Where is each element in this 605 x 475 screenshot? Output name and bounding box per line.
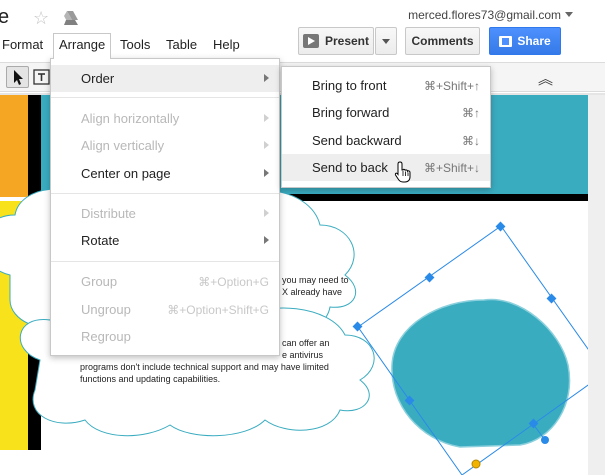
menu-item-distribute[interactable]: Distribute [51, 200, 279, 227]
menu-item-rotate[interactable]: Rotate [51, 227, 279, 254]
submenu-arrow-icon [264, 74, 269, 82]
slide-text-line[interactable]: programs don't include technical support… [80, 362, 329, 374]
arrange-menu: Order Align horizontally Align verticall… [50, 58, 280, 356]
resize-handle[interactable] [546, 293, 557, 304]
menu-item-align-horizontally[interactable]: Align horizontally [51, 105, 279, 132]
menu-item-label: Send backward [312, 133, 402, 148]
menu-item-label: Ungroup [81, 302, 131, 317]
menu-item-group[interactable]: Group ⌘+Option+G [51, 268, 279, 295]
resize-handle[interactable] [352, 321, 363, 332]
resize-handle[interactable] [404, 395, 415, 406]
menu-item-label: Rotate [81, 233, 120, 248]
menu-item-label: Bring forward [312, 105, 390, 120]
slide-text-line[interactable]: you may need to [282, 275, 349, 287]
menu-item-shortcut: ⌘+Shift+↓ [423, 160, 480, 175]
submenu-arrow-icon [264, 169, 269, 177]
menu-item-label: Order [81, 71, 115, 86]
menu-item-align-vertically[interactable]: Align vertically [51, 132, 279, 159]
menu-item-label: Regroup [81, 329, 131, 344]
menu-item-order[interactable]: Order [51, 65, 279, 92]
menu-divider [51, 261, 279, 262]
menu-item-send-to-back[interactable]: Send to back ⌘+Shift+↓ [282, 154, 490, 181]
submenu-arrow-icon [264, 209, 269, 217]
resize-handle[interactable] [495, 221, 506, 232]
menu-item-label: Distribute [81, 206, 136, 221]
menu-item-regroup[interactable]: Regroup [51, 323, 279, 350]
slide-text-line[interactable]: can offer an [282, 338, 329, 350]
menu-item-label: Center on page [81, 166, 171, 181]
menu-item-ungroup[interactable]: Ungroup ⌘+Option+Shift+G [51, 296, 279, 323]
slide-text-line[interactable]: X already have [282, 287, 342, 299]
submenu-arrow-icon [264, 236, 269, 244]
menu-item-center-on-page[interactable]: Center on page [51, 160, 279, 187]
order-submenu: Bring to front ⌘+Shift+↑ Bring forward ⌘… [281, 66, 491, 188]
menu-item-label: Send to back [312, 160, 388, 175]
menu-item-shortcut: ⌘+Shift+↑ [423, 78, 480, 93]
menu-item-shortcut: ⌘↓ [462, 133, 480, 148]
menu-divider [51, 193, 279, 194]
submenu-arrow-icon [264, 141, 269, 149]
menu-item-label: Align vertically [81, 138, 165, 153]
slide-text-line[interactable]: functions and updating capabilities. [80, 374, 220, 386]
menu-item-shortcut: ⌘+Option+G [198, 274, 269, 289]
menu-arrange[interactable]: Arrange [53, 33, 112, 59]
hand-cursor-icon [394, 161, 411, 183]
menu-divider [51, 97, 279, 98]
menu-item-bring-forward[interactable]: Bring forward ⌘↑ [282, 99, 490, 126]
menu-item-send-backward[interactable]: Send backward ⌘↓ [282, 127, 490, 154]
slide-text-line[interactable]: e antivirus [282, 350, 323, 362]
menu-item-label: Bring to front [312, 78, 387, 93]
adjust-handle[interactable] [471, 459, 481, 469]
resize-handle[interactable] [424, 272, 435, 283]
menu-item-label: Align horizontally [81, 111, 180, 126]
menu-item-label: Group [81, 274, 118, 289]
menu-item-shortcut: ⌘+Option+Shift+G [167, 302, 269, 317]
menu-item-shortcut: ⌘↑ [462, 105, 480, 120]
menu-item-bring-to-front[interactable]: Bring to front ⌘+Shift+↑ [282, 72, 490, 99]
resize-handle[interactable] [528, 418, 539, 429]
submenu-arrow-icon [264, 114, 269, 122]
